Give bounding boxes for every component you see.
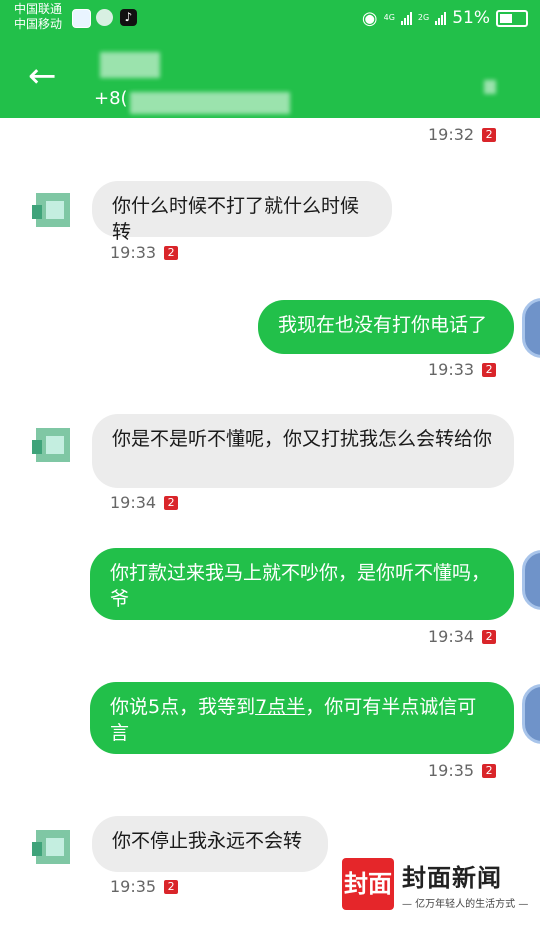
- my-avatar[interactable]: [522, 298, 540, 358]
- conversation-header: ← +8(: [0, 38, 540, 118]
- battery-percent: 51%: [452, 8, 490, 28]
- sim-badge: 2: [482, 629, 497, 644]
- eye-icon: ◉: [361, 7, 378, 29]
- shield-app-icon: [72, 9, 91, 28]
- watermark: 封面 封面新闻 — 亿万年轻人的生活方式 —: [342, 858, 528, 910]
- voice-app-icon: [96, 9, 113, 26]
- message-timestamp: 19:32 2: [428, 125, 497, 144]
- outgoing-message[interactable]: 你说5点，我等到7点半，你可有半点诚信可言: [90, 682, 514, 754]
- sim-badge: 2: [164, 495, 179, 510]
- watermark-logo: 封面: [342, 858, 394, 910]
- phone-number-prefix: +8(: [94, 88, 128, 109]
- back-arrow-icon[interactable]: ←: [28, 58, 57, 94]
- sim-badge: 2: [482, 127, 497, 142]
- tiktok-icon: ♪: [120, 9, 137, 26]
- watermark-title: 封面新闻: [402, 864, 502, 892]
- message-timestamp: 19:35 2: [110, 877, 179, 896]
- phone-number-blurred: [130, 92, 290, 114]
- carrier-label-1: 中国联通: [14, 2, 63, 16]
- contact-name-blurred: [100, 52, 160, 78]
- carrier-label-2: 中国移动: [14, 17, 63, 31]
- message-timestamp: 19:33 2: [110, 243, 179, 262]
- message-text: 你说5点，我等到: [110, 696, 256, 718]
- sim-badge: 2: [164, 879, 179, 894]
- my-avatar[interactable]: [522, 550, 540, 610]
- battery-icon: [496, 9, 528, 27]
- message-timestamp: 19:35 2: [428, 761, 497, 780]
- outgoing-message[interactable]: 你打款过来我马上就不吵你，是你听不懂吗，爷: [90, 548, 514, 620]
- message-list[interactable]: [0, 118, 540, 929]
- network-label-2: 2G: [417, 13, 430, 22]
- signal-bars-2-icon: [435, 11, 447, 25]
- incoming-message[interactable]: 你不停止我永远不会转: [92, 816, 328, 872]
- sim-badge: 2: [164, 245, 179, 260]
- header-action-blurred[interactable]: [484, 80, 496, 94]
- outgoing-message[interactable]: 我现在也没有打你电话了: [258, 300, 514, 354]
- sim-badge: 2: [482, 763, 497, 778]
- network-label-1: 4G: [383, 13, 395, 22]
- contact-avatar[interactable]: [30, 420, 80, 470]
- message-timestamp: 19:34 2: [428, 627, 497, 646]
- message-timestamp: 19:33 2: [428, 360, 497, 379]
- status-right: ◉ 4G 2G 51%: [362, 7, 528, 29]
- signal-bars-1-icon: [400, 11, 412, 25]
- message-timestamp: 19:34 2: [110, 493, 179, 512]
- my-avatar[interactable]: [522, 684, 540, 744]
- message-link[interactable]: 7点半: [255, 696, 305, 718]
- incoming-message[interactable]: 你是不是听不懂呢，你又打扰我怎么会转给你: [92, 414, 514, 488]
- incoming-message[interactable]: 你什么时候不打了就什么时候转: [92, 181, 392, 243]
- sim-badge: 2: [482, 362, 497, 377]
- contact-avatar[interactable]: [30, 822, 80, 872]
- watermark-subtitle: — 亿万年轻人的生活方式 —: [402, 899, 529, 910]
- status-bar: 中国联通 中国移动 ♪ ◉ 4G 2G 51%: [0, 0, 540, 38]
- contact-avatar[interactable]: [30, 185, 80, 235]
